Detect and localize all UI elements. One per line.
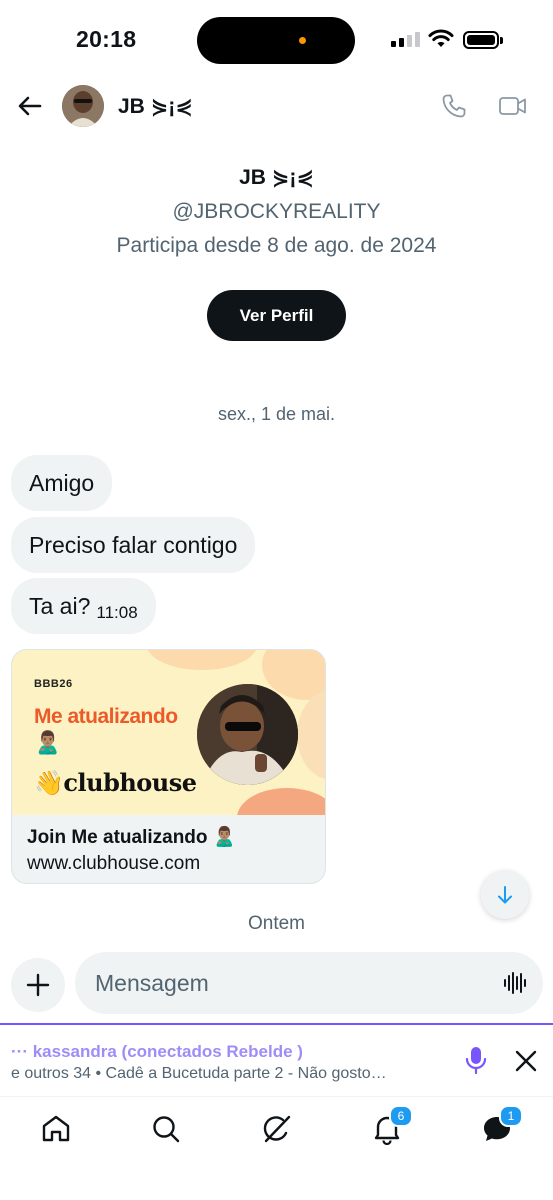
profile-handle: @JBROCKYREALITY: [172, 200, 381, 223]
phone-icon[interactable]: [440, 92, 468, 120]
profile-joined-date: Participa desde 8 de ago. de 2024: [116, 234, 437, 257]
space-title: e outros 34 • Cadê a Bucetuda parte 2 - …: [11, 1065, 387, 1082]
card-art-emoji: 🙎🏽‍♂️: [34, 730, 62, 755]
plus-icon: [26, 973, 50, 997]
message-bubble[interactable]: Preciso falar contigo: [11, 517, 256, 573]
signal-icon: [391, 32, 420, 47]
bottom-nav: 6 1: [0, 1096, 553, 1200]
voice-message-icon[interactable]: [501, 969, 529, 997]
nav-messages[interactable]: 1: [481, 1105, 523, 1145]
search-icon: [153, 1116, 180, 1143]
live-space-bar[interactable]: ··· kassandra (conectados Rebelde ) e ou…: [0, 1023, 553, 1095]
date-separator: Ontem: [247, 913, 306, 934]
date-separator: sex., 1 de mai.: [217, 404, 336, 424]
back-arrow-icon[interactable]: [16, 92, 44, 120]
profile-name: JB ⋟¡⋞: [239, 166, 314, 189]
nav-notifications[interactable]: 6: [371, 1105, 413, 1146]
view-profile-button[interactable]: Ver Perfil: [207, 290, 346, 341]
wifi-icon: [428, 29, 454, 47]
link-preview-card[interactable]: BBB26 Me atualizando 🙎🏽‍♂️ 👋clubhouse Jo…: [11, 649, 326, 884]
message-input[interactable]: [75, 952, 543, 1014]
nav-grok[interactable]: [261, 1113, 293, 1145]
close-icon[interactable]: [513, 1048, 539, 1074]
message-bubble[interactable]: Ta ai? 11:08: [11, 578, 156, 634]
battery-icon: [463, 31, 503, 49]
message-text: Preciso falar contigo: [29, 532, 238, 558]
scroll-to-bottom-button[interactable]: [481, 871, 529, 919]
grok-icon: [263, 1115, 291, 1143]
link-preview-footer: Join Me atualizando 🙎🏽‍♂️ www.clubhouse.…: [12, 815, 325, 883]
microphone-icon[interactable]: [462, 1045, 490, 1075]
message-time: 11:08: [96, 603, 138, 622]
home-icon: [42, 1115, 70, 1142]
card-art-title: Me atualizando: [34, 705, 178, 728]
status-bar: 20:18: [0, 0, 553, 80]
space-host: ··· kassandra (conectados Rebelde ): [11, 1042, 303, 1061]
link-preview-image: BBB26 Me atualizando 🙎🏽‍♂️ 👋clubhouse: [12, 650, 325, 815]
message-bubble[interactable]: Amigo: [11, 455, 113, 511]
clubhouse-logo: 👋clubhouse: [34, 768, 197, 797]
link-title: Join Me atualizando 🙎🏽‍♂️: [27, 827, 237, 848]
dynamic-island: [197, 17, 355, 64]
video-call-icon[interactable]: [498, 92, 528, 120]
chat-header: JB ⋟¡⋞: [0, 80, 553, 132]
avatar[interactable]: [62, 85, 104, 127]
header-name[interactable]: JB ⋟¡⋞: [118, 94, 193, 119]
nav-home[interactable]: [40, 1113, 72, 1145]
status-time: 20:18: [76, 26, 137, 52]
arrow-down-icon: [498, 886, 512, 904]
add-attachment-button[interactable]: [11, 958, 65, 1012]
nav-search[interactable]: [150, 1113, 182, 1145]
host-photo: [197, 684, 298, 785]
message-text: Ta ai?: [29, 593, 91, 619]
card-tag: BBB26: [34, 678, 73, 690]
messages-badge: 1: [499, 1105, 523, 1127]
link-url: www.clubhouse.com: [27, 853, 201, 874]
message-text: Amigo: [29, 470, 95, 496]
recording-dot: [299, 37, 306, 44]
notifications-badge: 6: [389, 1105, 413, 1127]
